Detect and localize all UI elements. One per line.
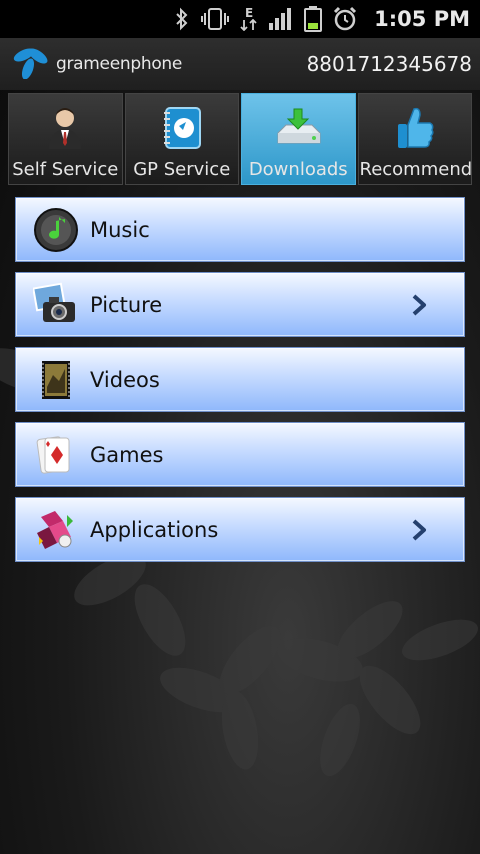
- status-clock: 1:05 PM: [374, 7, 470, 31]
- network-type-label: E: [245, 6, 254, 20]
- applications-cube-icon: [30, 504, 82, 556]
- video-film-icon: [30, 354, 82, 406]
- tab-downloads[interactable]: Downloads: [241, 93, 356, 185]
- playing-card-icon: [30, 429, 82, 481]
- grameenphone-logo-icon: [10, 45, 52, 83]
- menu-item-applications[interactable]: Applications: [15, 497, 465, 562]
- tab-label: Recommend: [359, 159, 472, 180]
- brand: grameenphone: [10, 45, 182, 83]
- status-bar: E 1:05 PM: [0, 0, 480, 38]
- menu-item-picture[interactable]: Picture: [15, 272, 465, 337]
- vibrate-icon: [200, 7, 230, 31]
- menu-item-label: Music: [90, 217, 150, 242]
- brand-name: grameenphone: [56, 54, 183, 74]
- downloads-menu-list: Music Picture Videos Games Applications: [15, 197, 465, 562]
- thumbs-up-icon: [394, 103, 436, 153]
- service-notebook-icon: [160, 103, 204, 153]
- phone-number: 8801712345678: [306, 52, 472, 76]
- camera-photo-icon: [30, 279, 82, 331]
- download-drive-icon: [272, 103, 324, 153]
- menu-item-label: Applications: [90, 517, 219, 542]
- tab-recommend[interactable]: Recommend: [357, 93, 472, 185]
- chevron-right-icon: [410, 293, 428, 317]
- tab-label: Downloads: [248, 159, 348, 180]
- signal-icon: [268, 7, 294, 31]
- tab-self-service[interactable]: Self Service: [8, 93, 123, 185]
- tab-gp-service[interactable]: GP Service: [124, 93, 239, 185]
- menu-item-music[interactable]: Music: [15, 197, 465, 262]
- menu-item-label: Picture: [90, 292, 163, 317]
- person-icon: [45, 103, 85, 153]
- app-header: grameenphone 8801712345678: [0, 38, 480, 90]
- tab-label: Self Service: [12, 159, 119, 180]
- chevron-right-icon: [410, 518, 428, 542]
- bluetooth-icon: [174, 7, 190, 31]
- tab-bar: Self Service GP Service Downloads Recomm…: [8, 93, 472, 185]
- tab-label: GP Service: [133, 159, 231, 180]
- music-icon: [30, 204, 82, 256]
- data-arrows-icon: E: [240, 7, 258, 31]
- alarm-icon: [332, 6, 358, 32]
- menu-item-label: Games: [90, 442, 164, 467]
- menu-item-games[interactable]: Games: [15, 422, 465, 487]
- menu-item-label: Videos: [90, 367, 160, 392]
- battery-icon: [304, 6, 323, 32]
- menu-item-videos[interactable]: Videos: [15, 347, 465, 412]
